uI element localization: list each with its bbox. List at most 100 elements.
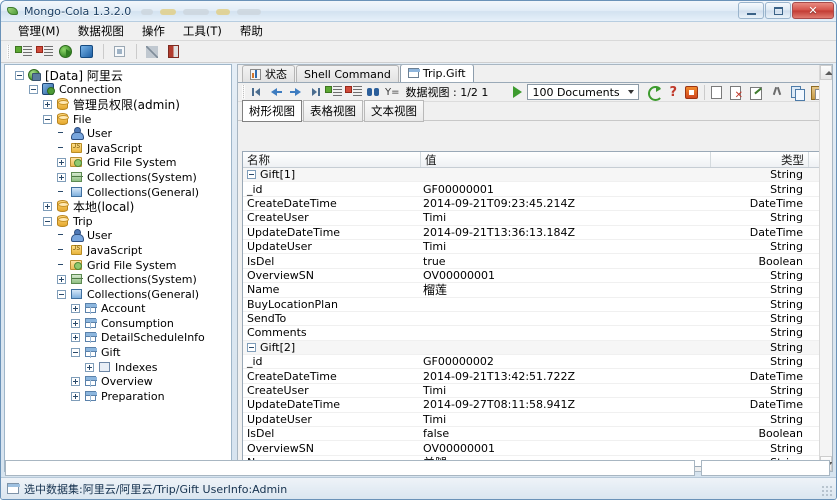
filter-icon[interactable]: Y= xyxy=(384,87,401,98)
table-row[interactable]: UpdateDateTime 2014-09-27T08:11:58.941Z Da… xyxy=(243,398,827,413)
book-icon[interactable] xyxy=(165,43,183,61)
status-input-field-secondary[interactable] xyxy=(701,460,830,476)
refresh-icon[interactable] xyxy=(57,43,75,61)
table-row[interactable]: Comments String xyxy=(243,326,827,341)
database-icon[interactable] xyxy=(78,43,96,61)
last-record-icon[interactable] xyxy=(306,84,323,100)
cut-icon[interactable] xyxy=(771,86,784,99)
tree-node[interactable]: Connection xyxy=(7,83,231,98)
add-record-icon[interactable] xyxy=(325,83,343,101)
tree-node[interactable]: Collections(System) xyxy=(7,170,231,185)
add-connection-icon[interactable] xyxy=(15,43,33,61)
menu-help[interactable]: 帮助 xyxy=(231,21,272,41)
tab-status[interactable]: 状态 xyxy=(242,65,295,82)
status-input-field[interactable] xyxy=(5,460,695,476)
remove-connection-icon[interactable] xyxy=(36,43,54,61)
grid-group-row[interactable]: Gift[2] String xyxy=(243,340,827,356)
document-limit-select[interactable]: 100 Documents xyxy=(527,84,640,100)
table-row[interactable]: SendTo String xyxy=(243,312,827,327)
tree-node[interactable]: 本地(local) xyxy=(7,199,231,214)
stop-icon[interactable] xyxy=(685,85,698,99)
expand-plus-icon[interactable] xyxy=(43,202,52,212)
grid-rows-container[interactable]: Gift[1] String _id GF00000001 String CreateDa… xyxy=(243,168,827,466)
refresh-icon[interactable] xyxy=(647,85,664,101)
table-row[interactable]: CreateDateTime 2014-09-21T13:42:51.722Z Da… xyxy=(243,369,827,384)
copy-icon[interactable] xyxy=(791,85,805,101)
table-row[interactable]: CreateUser Timi String xyxy=(243,211,827,226)
menu-tools[interactable]: 工具(T) xyxy=(174,21,231,41)
table-row[interactable]: BuyLocationPlan String xyxy=(243,298,827,312)
expand-plus-icon[interactable] xyxy=(57,172,66,182)
new-document-icon[interactable] xyxy=(711,85,722,99)
tab-text-view[interactable]: 文本视图 xyxy=(364,100,424,122)
first-record-icon[interactable] xyxy=(249,84,266,100)
table-row[interactable]: UpdateUser Timi String xyxy=(243,240,827,255)
remove-record-icon[interactable] xyxy=(345,83,363,101)
table-row[interactable]: IsDel false Boolean xyxy=(243,427,827,442)
tab-tree-view[interactable]: 树形视图 xyxy=(242,100,302,122)
tree-node[interactable]: JavaScript xyxy=(7,243,231,258)
table-row[interactable]: CreateUser Timi String xyxy=(243,384,827,399)
edit-document-icon[interactable] xyxy=(749,86,762,100)
tree-node[interactable]: Account xyxy=(7,302,231,317)
table-row[interactable]: UpdateUser Timi String xyxy=(243,413,827,428)
collapse-minus-icon[interactable] xyxy=(29,85,38,95)
help-icon[interactable]: ? xyxy=(669,86,677,99)
tree-node[interactable]: Indexes xyxy=(7,360,231,375)
tree-node[interactable]: Collections(General) xyxy=(7,185,231,200)
tree-node[interactable]: Consumption xyxy=(7,316,231,331)
expand-plus-icon[interactable] xyxy=(43,99,52,109)
table-row[interactable]: IsDel true Boolean xyxy=(243,254,827,269)
tree-node[interactable]: 管理员权限(admin) xyxy=(7,97,231,112)
collapse-minus-icon[interactable] xyxy=(43,114,52,124)
tree-node[interactable]: User xyxy=(7,126,231,141)
column-header-value[interactable]: 值 xyxy=(421,152,711,167)
expand-plus-icon[interactable] xyxy=(71,377,80,387)
tree-node[interactable]: Preparation xyxy=(7,389,231,404)
find-icon[interactable] xyxy=(365,84,382,100)
menu-operation[interactable]: 操作 xyxy=(133,21,174,41)
next-record-icon[interactable] xyxy=(287,84,304,100)
run-query-button[interactable] xyxy=(513,86,523,98)
close-button[interactable]: ✕ xyxy=(792,2,834,19)
expand-plus-icon[interactable] xyxy=(71,333,80,343)
expand-plus-icon[interactable] xyxy=(71,304,80,314)
grid-group-row[interactable]: Gift[1] String xyxy=(243,168,827,183)
tab-trip-gift[interactable]: Trip.Gift xyxy=(399,65,474,82)
menu-manage[interactable]: 管理(M) xyxy=(9,21,69,41)
nav-toolbar-grip[interactable] xyxy=(242,85,245,99)
resize-grip[interactable] xyxy=(821,485,834,498)
tree-node[interactable]: File xyxy=(7,112,231,127)
window-icon[interactable] xyxy=(111,43,129,61)
tree-node[interactable]: Collections(General) xyxy=(7,287,231,302)
tree-node[interactable]: DetailScheduleInfo xyxy=(7,331,231,346)
table-row[interactable]: CreateDateTime 2014-09-21T09:23:45.214Z Da… xyxy=(243,197,827,212)
collapse-minus-icon[interactable] xyxy=(43,216,52,226)
expand-plus-icon[interactable] xyxy=(57,158,66,168)
minimize-button[interactable] xyxy=(738,2,764,19)
tree-node[interactable]: [Data] 阿里云 xyxy=(7,68,231,83)
prev-record-icon[interactable] xyxy=(268,84,285,100)
expand-plus-icon[interactable] xyxy=(71,318,80,328)
tree-node[interactable]: Grid File System xyxy=(7,258,231,273)
tree-node[interactable]: User xyxy=(7,229,231,244)
document-pane-scrollbar[interactable] xyxy=(819,65,832,471)
tree-node[interactable]: Overview xyxy=(7,374,231,389)
tab-shell-command[interactable]: Shell Command xyxy=(296,65,399,82)
maximize-button[interactable] xyxy=(765,2,791,19)
tree-node[interactable]: Collections(System) xyxy=(7,272,231,287)
collapse-minus-icon[interactable] xyxy=(247,170,256,180)
scroll-up-arrow[interactable] xyxy=(820,65,832,80)
collapse-minus-icon[interactable] xyxy=(15,70,24,80)
collapse-minus-icon[interactable] xyxy=(71,348,80,358)
table-row[interactable]: _id GF00000001 String xyxy=(243,182,827,197)
table-row[interactable]: UpdateDateTime 2014-09-21T13:36:13.184Z Da… xyxy=(243,226,827,240)
tree-node[interactable]: Grid File System xyxy=(7,156,231,171)
toolbar-grip[interactable] xyxy=(7,44,10,59)
collapse-minus-icon[interactable] xyxy=(57,289,66,299)
tree-node[interactable]: Gift xyxy=(7,345,231,360)
tree-node[interactable]: JavaScript xyxy=(7,141,231,156)
collapse-minus-icon[interactable] xyxy=(247,342,256,352)
expand-plus-icon[interactable] xyxy=(71,391,80,401)
column-header-name[interactable]: 名称 xyxy=(243,152,421,167)
